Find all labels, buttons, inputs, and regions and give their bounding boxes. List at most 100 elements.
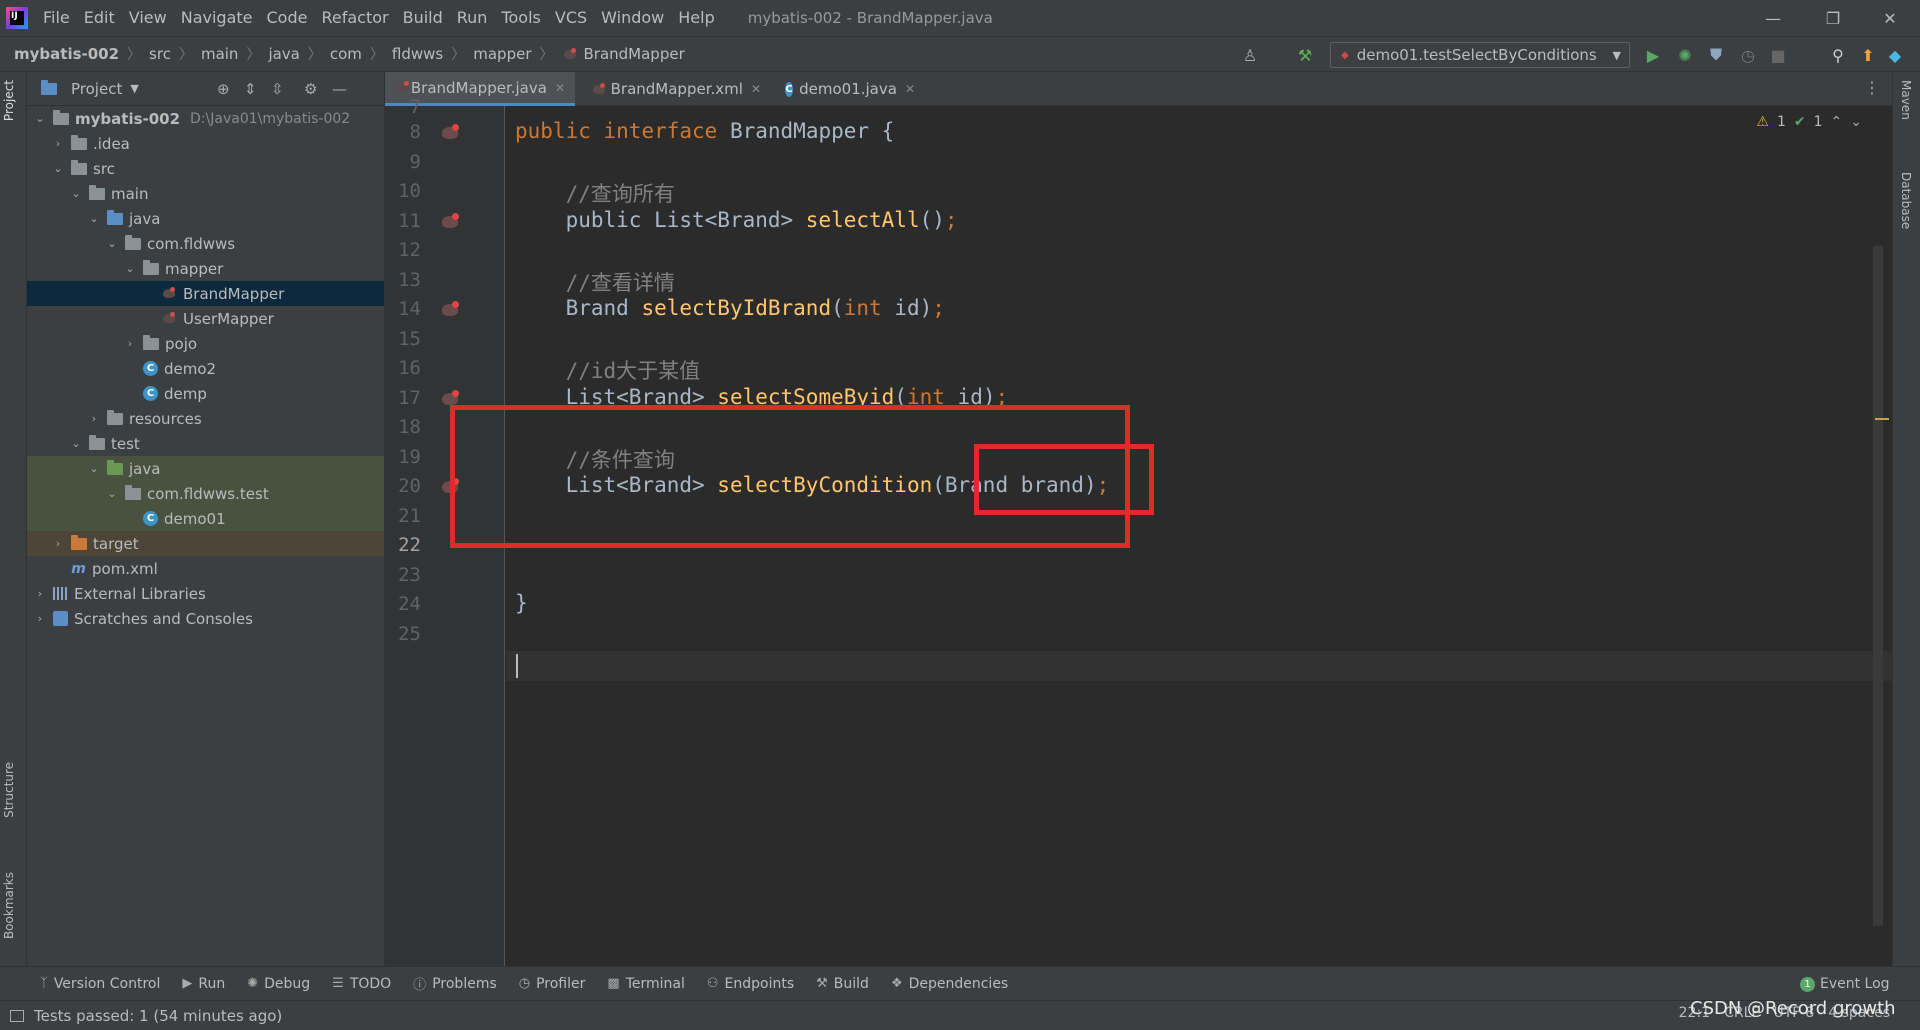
locate-icon[interactable]: ⊕ [217, 80, 230, 98]
restore-icon[interactable]: ❐ [1805, 0, 1861, 36]
dependencies-tool[interactable]: ❖ Dependencies [891, 976, 1008, 992]
version-control-tool[interactable]: ᛉ Version Control [40, 976, 160, 992]
breadcrumb-project[interactable]: mybatis-002 [14, 45, 119, 63]
run-icon[interactable]: ▶ [1643, 45, 1663, 65]
bookmarks-tool-tab[interactable]: Bookmarks [2, 872, 16, 939]
tree-item-demp[interactable]: C demp [27, 381, 384, 406]
tree-item-package-fldwws[interactable]: ⌄ com.fldwws [27, 231, 384, 256]
breadcrumb-src[interactable]: src [149, 45, 171, 63]
menu-code[interactable]: Code [260, 0, 315, 36]
chevron-down-icon[interactable]: ⌄ [105, 237, 119, 250]
tree-item-target[interactable]: › target [27, 531, 384, 556]
debug-bug-icon[interactable]: ✺ [1675, 45, 1695, 65]
mybatis-navigate-icon[interactable] [440, 212, 462, 230]
tab-demo01-java[interactable]: C demo01.java ✕ [775, 72, 925, 106]
tree-item-main[interactable]: ⌄ main [27, 181, 384, 206]
tab-brandmapper-xml[interactable]: BrandMapper.xml ✕ [581, 72, 771, 106]
chevron-down-icon[interactable]: ⌄ [51, 162, 65, 175]
menu-file[interactable]: File [36, 0, 77, 36]
chevron-right-icon[interactable]: › [33, 612, 47, 625]
chevron-down-icon[interactable]: ⌄ [1850, 114, 1862, 130]
menu-vcs[interactable]: VCS [548, 0, 594, 36]
stop-icon[interactable]: ■ [1768, 45, 1788, 65]
tree-item-java-main[interactable]: ⌄ java [27, 206, 384, 231]
tree-item-resources[interactable]: › resources [27, 406, 384, 431]
status-message[interactable]: Tests passed: 1 (54 minutes ago) [34, 1007, 282, 1025]
warning-stripe-marker[interactable] [1875, 418, 1889, 420]
tree-item-pojo[interactable]: › pojo [27, 331, 384, 356]
minimize-icon[interactable]: — [1745, 0, 1801, 36]
gear-icon[interactable]: ⚙ [304, 80, 317, 98]
expand-all-icon[interactable]: ⇕ [244, 80, 257, 98]
more-options-icon[interactable]: ⋮ [1864, 78, 1880, 97]
close-window-icon[interactable]: ✕ [1862, 0, 1918, 36]
search-icon[interactable]: ⚲ [1828, 45, 1848, 65]
run-tool[interactable]: ▶ Run [182, 976, 225, 992]
status-window-icon[interactable] [10, 1009, 24, 1022]
profile-icon[interactable]: ◷ [1738, 45, 1758, 65]
menu-window[interactable]: Window [594, 0, 671, 36]
project-panel-title[interactable]: Project [71, 80, 122, 98]
coverage-icon[interactable]: ⛊ [1706, 45, 1726, 65]
chevron-down-icon[interactable]: ⌄ [33, 112, 47, 125]
tree-item-java-test[interactable]: ⌄ java [27, 456, 384, 481]
structure-tool-tab[interactable]: Structure [2, 762, 16, 818]
menu-edit[interactable]: Edit [77, 0, 122, 36]
chevron-down-icon[interactable]: ⌄ [69, 187, 83, 200]
chevron-down-icon[interactable]: ⌄ [69, 437, 83, 450]
hide-panel-icon[interactable]: — [332, 80, 347, 98]
menu-build[interactable]: Build [396, 0, 450, 36]
tree-item-usermapper[interactable]: UserMapper [27, 306, 384, 331]
update-icon[interactable]: ⬆ [1858, 45, 1878, 65]
build-hammer-icon[interactable]: ⚒ [1295, 45, 1315, 65]
breadcrumb-com[interactable]: com [330, 45, 362, 63]
chevron-down-icon[interactable]: ⌄ [87, 462, 101, 475]
tree-item-src[interactable]: ⌄ src [27, 156, 384, 181]
tree-item-external-libraries[interactable]: › External Libraries [27, 581, 384, 606]
chevron-right-icon[interactable]: › [87, 412, 101, 425]
close-tab-icon[interactable]: ✕ [555, 81, 565, 95]
event-log-tool[interactable]: 1 Event Log [1800, 976, 1890, 992]
tree-item-test[interactable]: ⌄ test [27, 431, 384, 456]
tree-item-scratches[interactable]: › Scratches and Consoles [27, 606, 384, 631]
tree-item-idea[interactable]: › .idea [27, 131, 384, 156]
breadcrumb-fldwws[interactable]: fldwws [392, 45, 443, 63]
breadcrumb-java[interactable]: java [268, 45, 299, 63]
todo-tool[interactable]: ☰ TODO [332, 976, 391, 992]
chevron-down-icon[interactable]: ⌄ [87, 212, 101, 225]
chevron-right-icon[interactable]: › [123, 337, 137, 350]
database-tool-tab[interactable]: Database [1899, 172, 1913, 229]
chevron-right-icon[interactable]: › [51, 537, 65, 550]
menu-refactor[interactable]: Refactor [314, 0, 395, 36]
chevron-right-icon[interactable]: › [33, 587, 47, 600]
tree-item-demo01[interactable]: C demo01 [27, 506, 384, 531]
collapse-all-icon[interactable]: ⇳ [271, 80, 284, 98]
breadcrumb-main[interactable]: main [201, 45, 238, 63]
inspection-widget[interactable]: ⚠ 1 ✔ 1 ⌃ ⌄ [1756, 114, 1862, 130]
breadcrumb-mapper[interactable]: mapper [473, 45, 531, 63]
user-icon[interactable]: ♙ [1240, 45, 1260, 65]
mybatis-navigate-icon[interactable] [440, 123, 462, 141]
endpoints-tool[interactable]: ⚇ Endpoints [707, 976, 794, 992]
chevron-up-icon[interactable]: ⌃ [1831, 114, 1843, 130]
debug-tool[interactable]: ✺ Debug [247, 976, 310, 992]
chevron-down-icon[interactable]: ⌄ [123, 262, 137, 275]
jetbrains-toolbox-icon[interactable]: ◆ [1885, 45, 1905, 65]
chevron-down-icon[interactable]: ⌄ [105, 487, 119, 500]
terminal-tool[interactable]: ▩ Terminal [607, 976, 684, 992]
breadcrumb-brandmapper[interactable]: BrandMapper [584, 45, 685, 63]
menu-view[interactable]: View [122, 0, 174, 36]
tree-item-brandmapper[interactable]: BrandMapper [27, 281, 384, 306]
tree-item-package-test[interactable]: ⌄ com.fldwws.test [27, 481, 384, 506]
mybatis-navigate-icon[interactable] [440, 300, 462, 318]
build-tool[interactable]: ⚒ Build [816, 976, 869, 992]
tree-item-pom[interactable]: m pom.xml [27, 556, 384, 581]
editor-scrollbar[interactable] [1873, 246, 1883, 926]
menu-run[interactable]: Run [450, 0, 495, 36]
menu-tools[interactable]: Tools [494, 0, 547, 36]
run-configuration-select[interactable]: ◆ demo01.testSelectByConditions ▼ [1330, 42, 1630, 68]
menu-navigate[interactable]: Navigate [174, 0, 260, 36]
close-tab-icon[interactable]: ✕ [751, 82, 761, 96]
problems-tool[interactable]: ⓘ Problems [413, 974, 497, 994]
close-tab-icon[interactable]: ✕ [905, 82, 915, 96]
